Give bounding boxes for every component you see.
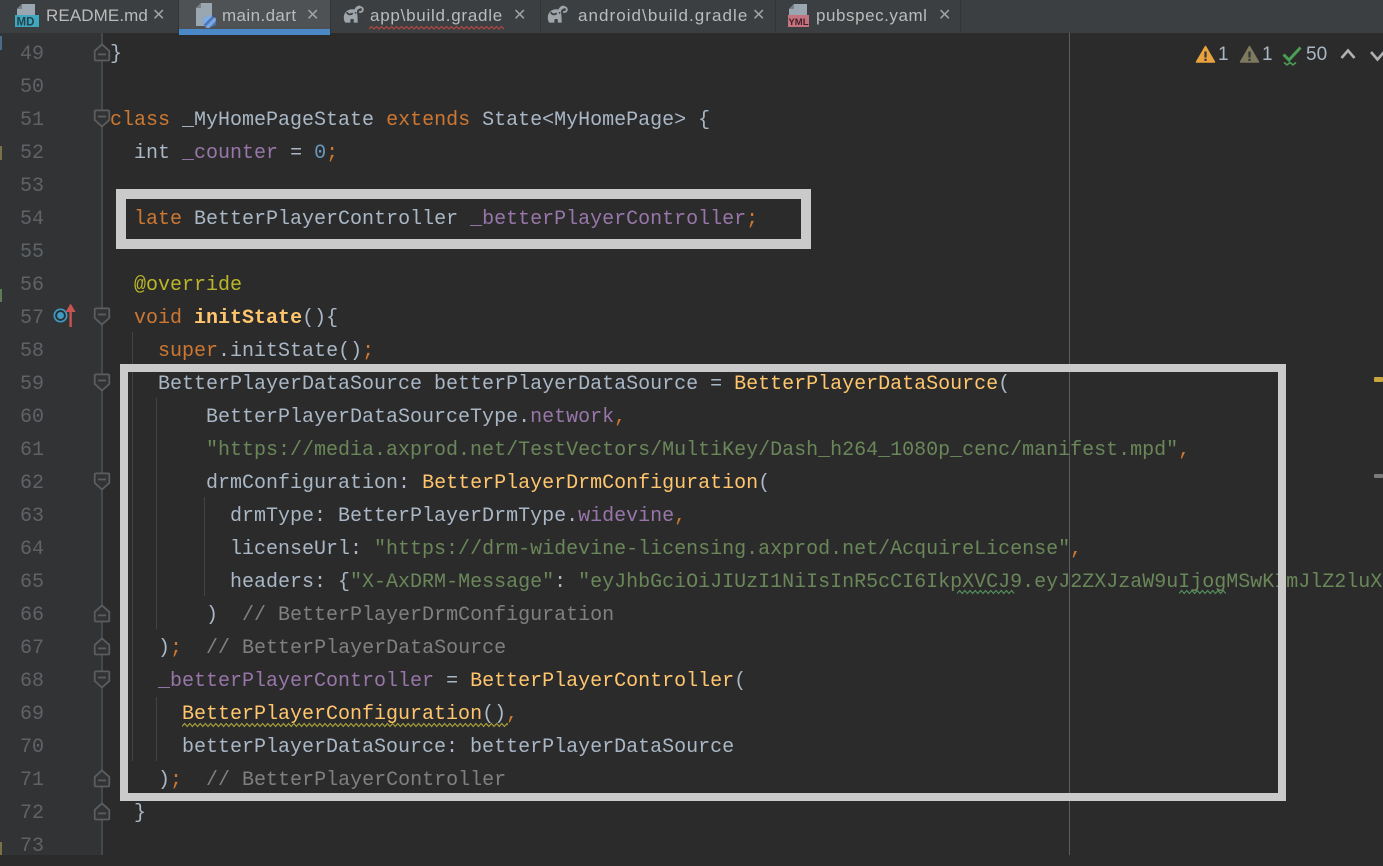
svg-text:YML: YML bbox=[788, 17, 808, 28]
svg-text:MD: MD bbox=[17, 16, 35, 28]
